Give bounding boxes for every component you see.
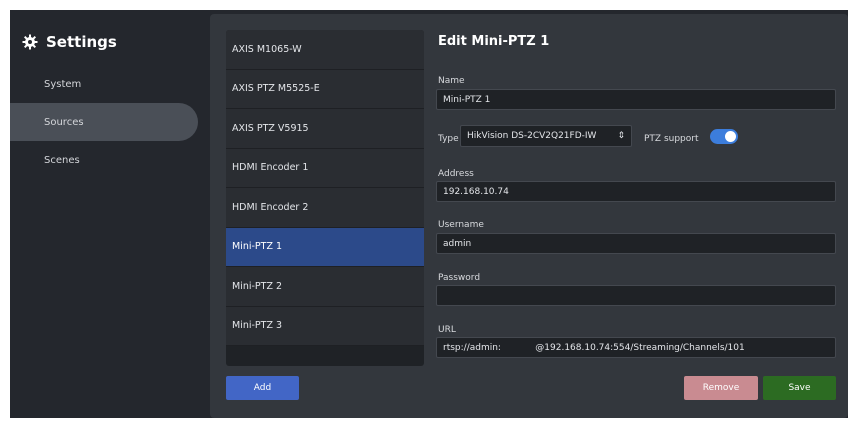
type-label: Type (438, 134, 459, 144)
password-label: Password (438, 273, 481, 283)
ptz-support-label: PTZ support (644, 134, 699, 144)
address-input[interactable] (436, 181, 836, 202)
source-item-axis-ptz-m5525-e[interactable]: AXIS PTZ M5525-E (226, 69, 424, 109)
source-item-hdmi-encoder-1[interactable]: HDMI Encoder 1 (226, 148, 424, 188)
type-select[interactable]: HikVision DS-2CV2Q21FD-IW ⇕ (460, 125, 632, 147)
name-label: Name (438, 76, 465, 86)
source-item-mini-ptz-3[interactable]: Mini-PTZ 3 (226, 306, 424, 346)
sidebar-item-scenes[interactable]: Scenes (10, 141, 198, 179)
source-item-mini-ptz-1[interactable]: Mini-PTZ 1 (226, 227, 424, 267)
username-input[interactable] (436, 233, 836, 254)
type-select-value: HikVision DS-2CV2Q21FD-IW (467, 131, 597, 141)
settings-sidebar: Settings System Sources Scenes (10, 10, 210, 418)
source-item-axis-m1065-w[interactable]: AXIS M1065-W (226, 30, 424, 70)
ptz-support-toggle[interactable] (710, 129, 738, 144)
form-title: Edit Mini-PTZ 1 (438, 34, 550, 49)
gear-icon (22, 34, 38, 50)
source-item-mini-ptz-2[interactable]: Mini-PTZ 2 (226, 267, 424, 307)
add-source-button[interactable]: Add (226, 376, 299, 400)
remove-button[interactable]: Remove (684, 376, 758, 400)
sidebar-header: Settings (22, 30, 117, 54)
sidebar-item-sources[interactable]: Sources (10, 103, 198, 141)
password-input[interactable] (436, 285, 836, 306)
username-label: Username (438, 220, 484, 230)
sidebar-title: Settings (46, 33, 117, 51)
save-button[interactable]: Save (763, 376, 836, 400)
url-label: URL (438, 325, 456, 335)
app-window: Settings System Sources Scenes AXIS M106… (10, 10, 848, 418)
url-input[interactable] (436, 337, 836, 358)
select-arrows-icon: ⇕ (617, 131, 625, 141)
name-input[interactable] (436, 89, 836, 110)
source-item-axis-ptz-v5915[interactable]: AXIS PTZ V5915 (226, 109, 424, 149)
source-list: AXIS M1065-W AXIS PTZ M5525-E AXIS PTZ V… (226, 30, 424, 366)
sidebar-item-system[interactable]: System (10, 65, 198, 103)
toggle-knob (725, 131, 736, 142)
main-panel: AXIS M1065-W AXIS PTZ M5525-E AXIS PTZ V… (210, 14, 848, 418)
source-item-hdmi-encoder-2[interactable]: HDMI Encoder 2 (226, 188, 424, 228)
address-label: Address (438, 169, 474, 179)
